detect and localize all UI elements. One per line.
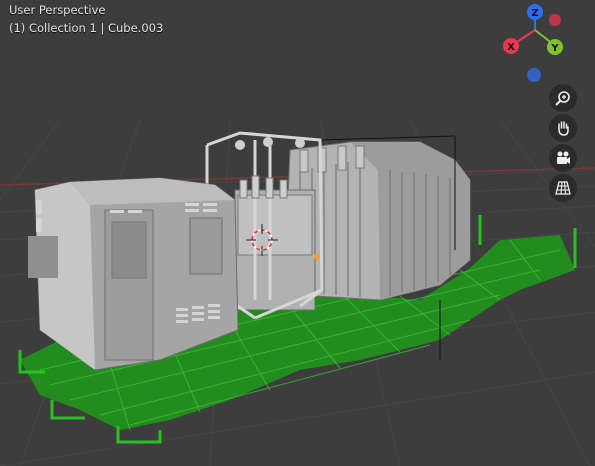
x-axis-handle[interactable]: X: [503, 38, 519, 54]
perspective-toggle-button[interactable]: [549, 174, 577, 202]
active-object-label: (1) Collection 1 | Cube.003: [9, 21, 164, 35]
svg-text:Z: Z: [531, 8, 538, 19]
camera-view-button[interactable]: [549, 144, 577, 172]
svg-text:Y: Y: [550, 43, 559, 54]
object-origin-dot: [314, 254, 320, 260]
grid-icon: [555, 181, 571, 195]
camera-icon: [557, 151, 570, 164]
y-axis-handle[interactable]: Y: [547, 39, 563, 55]
view-mode-label: User Perspective: [9, 3, 106, 17]
pan-button[interactable]: [549, 114, 577, 142]
hand-icon: [558, 121, 569, 136]
negative-x-handle[interactable]: [549, 14, 561, 26]
zoom-button[interactable]: [549, 84, 577, 112]
zoom-in-icon: [555, 91, 570, 106]
z-axis-handle[interactable]: Z: [527, 4, 543, 20]
cab-model[interactable]: [28, 177, 239, 371]
navigation-gizmo[interactable]: Z X Y: [495, 0, 585, 90]
svg-text:X: X: [507, 42, 515, 53]
negative-z-handle[interactable]: [527, 68, 541, 82]
3d-viewport[interactable]: User Perspective (1) Collection 1 | Cube…: [0, 0, 595, 466]
